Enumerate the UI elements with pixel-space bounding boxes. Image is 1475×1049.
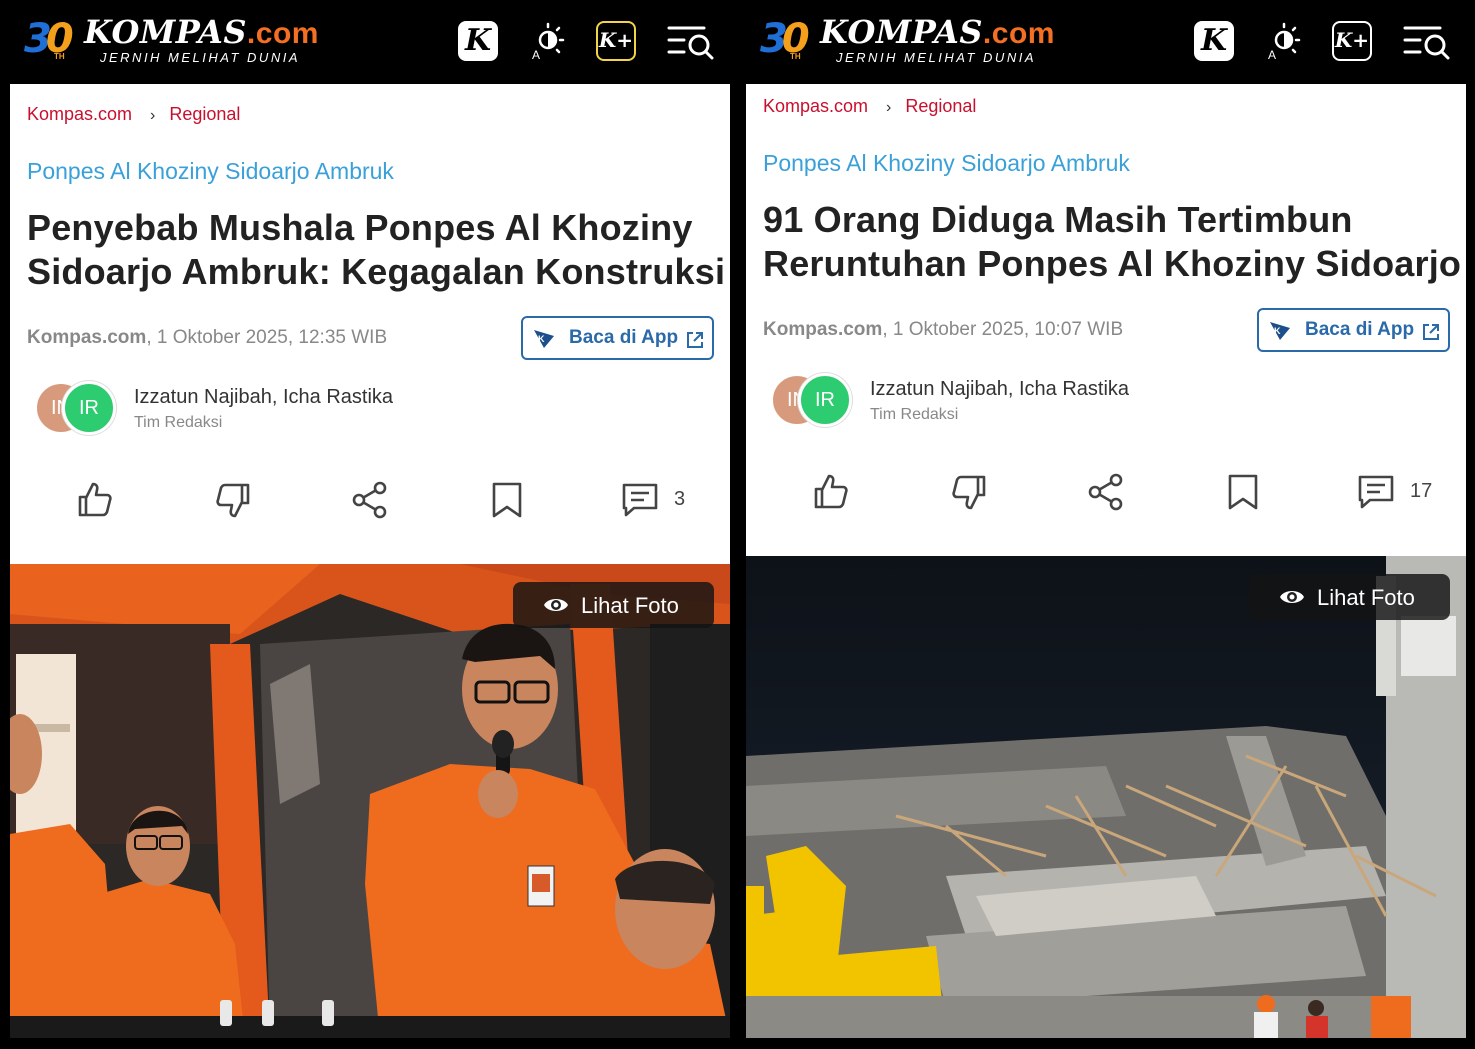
author-avatars[interactable]: IN IR: [770, 373, 870, 429]
article-actions: 17: [746, 468, 1466, 518]
brand-domain: .com: [982, 17, 1055, 50]
svg-text:A: A: [1268, 48, 1276, 61]
breadcrumb-home[interactable]: Kompas.com: [27, 104, 132, 124]
bookmark-icon[interactable]: [1223, 472, 1263, 512]
top-bar: 30 TH KOMPAS.com JERNIH MELIHAT DUNIA K …: [10, 0, 730, 84]
kompas-plus-icon[interactable]: K+: [1332, 21, 1372, 61]
kompas-logo[interactable]: 30 TH KOMPAS.com JERNIH MELIHAT DUNIA: [24, 13, 324, 70]
share-icon[interactable]: [350, 480, 390, 520]
kompas-k-icon[interactable]: K: [1194, 21, 1234, 61]
photo-collapsed-building: [746, 556, 1466, 1038]
author-role: Tim Redaksi: [134, 414, 223, 431]
article-header: Kompas.com › Regional Ponpes Al Khoziny Si…: [746, 84, 1466, 556]
menu-search-icon[interactable]: [1402, 21, 1452, 61]
photo-rescue-press-conference: [10, 564, 730, 1038]
article-panel-right: 30 TH KOMPAS.com JERNIH MELIHAT DUNIA K …: [746, 0, 1466, 1049]
chevron-right-icon: ›: [886, 99, 892, 116]
topic-link[interactable]: Ponpes Al Khoziny Sidoarjo Ambruk: [27, 158, 394, 185]
avatar: IR: [62, 381, 116, 435]
article-header: Kompas.com › Regional Ponpes Al Khoziny Si…: [10, 84, 730, 564]
thumbs-down-icon[interactable]: [213, 480, 253, 520]
article-meta: Kompas.com, 1 Oktober 2025, 10:07 WIB: [763, 319, 1123, 341]
brand-domain: .com: [246, 17, 319, 50]
thumbs-up-icon[interactable]: [75, 480, 115, 520]
external-link-icon: [687, 332, 703, 348]
thumbs-down-icon[interactable]: [949, 472, 989, 512]
share-icon[interactable]: [1086, 472, 1126, 512]
svg-text:K: K: [538, 334, 545, 344]
article-source: Kompas.com: [763, 319, 883, 340]
brand-name: KOMPAS: [820, 13, 983, 51]
thumbs-up-icon[interactable]: [811, 472, 851, 512]
theme-toggle-icon[interactable]: A: [1262, 21, 1302, 62]
article-actions: 3: [10, 476, 730, 526]
article-photo[interactable]: Lihat Foto: [10, 564, 730, 1038]
article-date: , 1 Oktober 2025, 10:07 WIB: [882, 319, 1124, 340]
article-headline: Penyebab Mushala Ponpes Al Khoziny Sidoa…: [27, 207, 726, 292]
top-bar: 30 TH KOMPAS.com JERNIH MELIHAT DUNIA K …: [746, 0, 1466, 84]
kompas-app-icon: K: [1270, 322, 1290, 340]
kompas-plus-icon[interactable]: K+: [596, 21, 636, 61]
comment-count: 17: [1410, 480, 1433, 502]
comment-icon[interactable]: [620, 480, 660, 520]
comment-icon[interactable]: [1356, 472, 1396, 512]
read-in-app-button[interactable]: K Baca di App: [1257, 308, 1450, 352]
kompas-k-icon[interactable]: K: [458, 21, 498, 61]
eye-icon: [544, 599, 568, 611]
article-photo[interactable]: Lihat Foto: [746, 556, 1466, 1038]
kompas-app-icon: K: [534, 330, 554, 348]
article-meta: Kompas.com, 1 Oktober 2025, 12:35 WIB: [27, 327, 387, 349]
brand-name: KOMPAS: [84, 13, 247, 51]
svg-text:A: A: [532, 48, 540, 61]
brand-tagline: JERNIH MELIHAT DUNIA: [836, 50, 1036, 65]
external-link-icon: [1423, 324, 1439, 340]
topic-link[interactable]: Ponpes Al Khoziny Sidoarjo Ambruk: [763, 150, 1130, 177]
breadcrumb: Kompas.com › Regional: [27, 104, 240, 125]
svg-text:K: K: [1274, 326, 1281, 336]
article-source: Kompas.com: [27, 327, 147, 348]
eye-icon: [1280, 591, 1304, 603]
author-names[interactable]: Izzatun Najibah, Icha Rastika: [134, 386, 393, 409]
avatar: IR: [798, 373, 852, 427]
breadcrumb-section[interactable]: Regional: [169, 104, 240, 124]
bookmark-icon[interactable]: [487, 480, 527, 520]
breadcrumb-home[interactable]: Kompas.com: [763, 96, 868, 116]
article-panel-left: 30 TH KOMPAS.com JERNIH MELIHAT DUNIA K …: [10, 0, 730, 1049]
article-date: , 1 Oktober 2025, 12:35 WIB: [146, 327, 388, 348]
kompas-logo[interactable]: 30 TH KOMPAS.com JERNIH MELIHAT DUNIA: [760, 13, 1060, 70]
menu-search-icon[interactable]: [666, 21, 716, 61]
breadcrumb-section[interactable]: Regional: [905, 96, 976, 116]
view-photo-button[interactable]: Lihat Foto: [1249, 574, 1450, 620]
author-role: Tim Redaksi: [870, 406, 959, 423]
comment-count: 3: [674, 488, 686, 510]
author-names[interactable]: Izzatun Najibah, Icha Rastika: [870, 378, 1129, 401]
breadcrumb: Kompas.com › Regional: [763, 96, 976, 117]
theme-toggle-icon[interactable]: A: [526, 21, 566, 62]
author-avatars[interactable]: IN IR: [34, 381, 134, 437]
read-in-app-button[interactable]: K Baca di App: [521, 316, 714, 360]
brand-tagline: JERNIH MELIHAT DUNIA: [100, 50, 300, 65]
article-headline: 91 Orang Diduga Masih Tertimbun Reruntuh…: [763, 199, 1462, 284]
view-photo-button[interactable]: Lihat Foto: [513, 582, 714, 628]
chevron-right-icon: ›: [150, 107, 156, 124]
